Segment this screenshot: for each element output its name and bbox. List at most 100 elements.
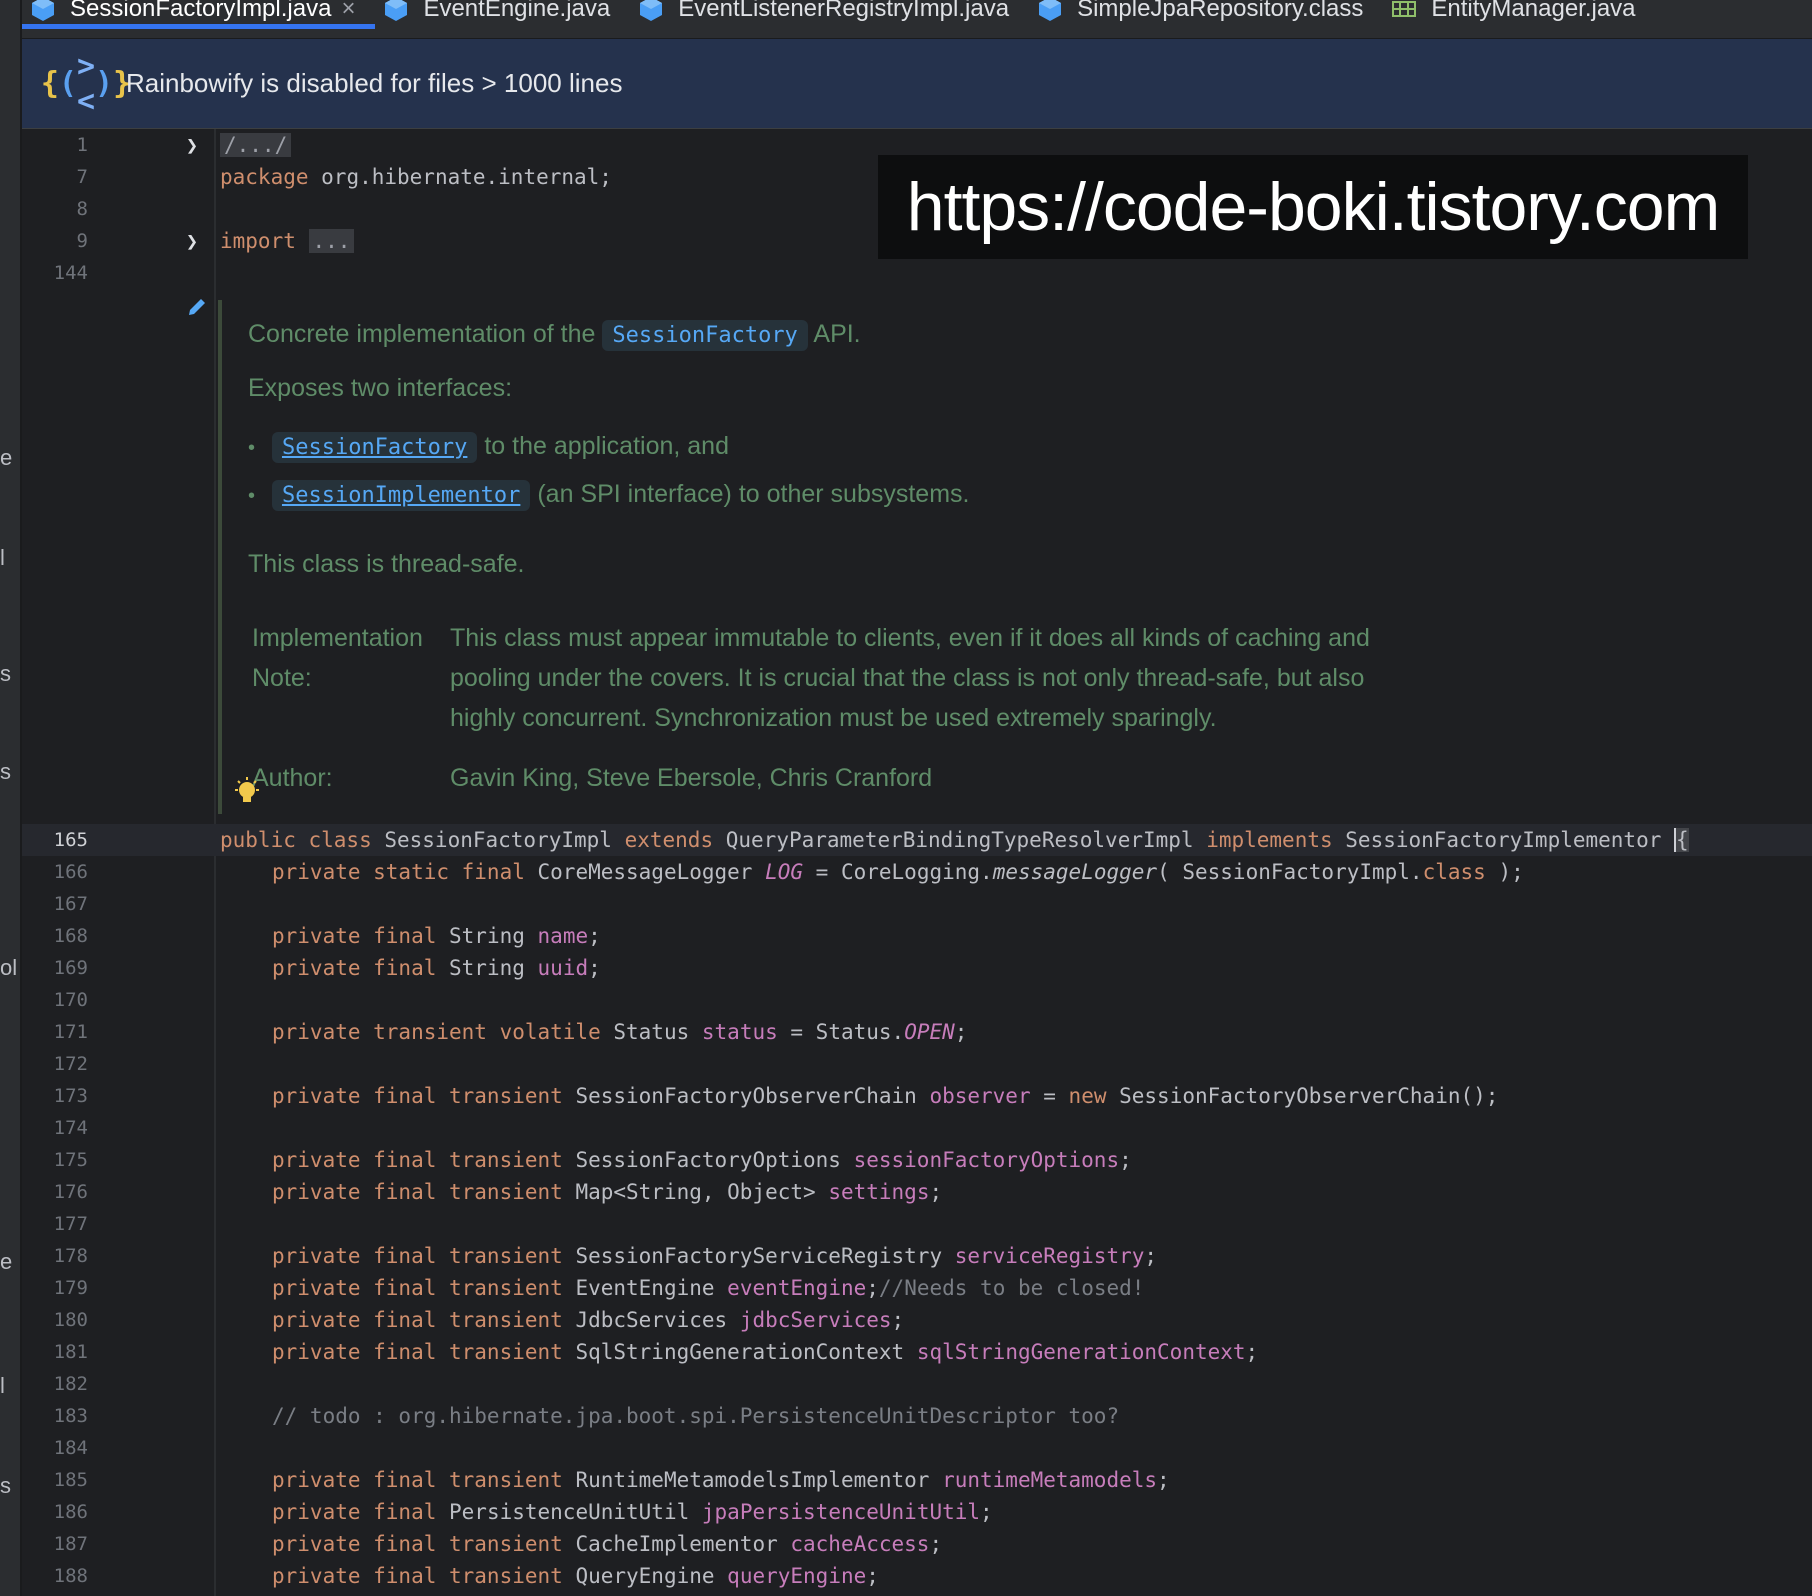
strip-char: e <box>0 1249 13 1274</box>
line-number: 182 <box>53 1373 88 1395</box>
type-name: String <box>436 924 538 948</box>
tab-entitymanager[interactable]: EntityManager.java <box>1383 0 1655 28</box>
code-line: 180 private final transient JdbcServices… <box>22 1304 1812 1336</box>
strip-char: e <box>0 445 13 470</box>
doc-text: (an SPI interface) to other subsystems. <box>537 480 970 508</box>
code-line: 187 private final transient CacheImpleme… <box>22 1528 1812 1560</box>
folded-imports[interactable]: ... <box>308 229 355 253</box>
code-text: ; <box>1119 1148 1132 1172</box>
strip-char: s <box>0 759 11 784</box>
line-number: 179 <box>53 1277 88 1299</box>
field-name: eventEngine <box>727 1276 867 1300</box>
type-name: CacheImplementor <box>562 1532 791 1556</box>
impl-note-label: Note: <box>252 664 312 692</box>
code-text: ; <box>954 1020 968 1044</box>
code-text: ; <box>1144 1244 1158 1268</box>
keyword: private final transient <box>272 1244 563 1268</box>
doc-bullet: • SessionFactory to the application, and <box>248 432 729 463</box>
code-line: 177 <box>22 1208 1812 1240</box>
fold-chevron-icon[interactable]: ❯ <box>186 129 198 161</box>
type-name: SessionFactoryServiceRegistry <box>562 1244 955 1268</box>
fold-chevron-icon[interactable]: ❯ <box>186 225 198 257</box>
line-number: 169 <box>53 957 88 979</box>
field-name: LOG <box>765 860 804 884</box>
keyword: private final transient <box>272 1084 563 1108</box>
keyword: private final <box>272 1500 437 1524</box>
code-text: ; <box>588 924 601 948</box>
sessionfactory-link[interactable]: SessionFactory <box>271 432 478 463</box>
code-line: 179 private final transient EventEngine … <box>22 1272 1812 1304</box>
line-number: 186 <box>53 1501 88 1523</box>
line-number: 180 <box>53 1309 88 1331</box>
lightbulb-icon[interactable] <box>232 776 262 810</box>
code-area[interactable]: 165 public class SessionFactoryImpl exte… <box>22 824 1812 1596</box>
doc-text: to the application, and <box>484 432 729 460</box>
code-text: ; <box>891 1308 905 1332</box>
field-name: cacheAccess <box>790 1532 930 1556</box>
class-name: SessionFactoryImplementor <box>1332 828 1675 852</box>
keyword: private final transient <box>272 1308 563 1332</box>
line-number: 174 <box>53 1117 88 1139</box>
tab-simplejparepository[interactable]: SimpleJpaRepository.class <box>1029 0 1383 28</box>
field-name: runtimeMetamodels <box>942 1468 1158 1492</box>
tab-sessionfactoryimpl[interactable]: SessionFactoryImpl.java × <box>22 0 376 29</box>
left-tool-strip: e l s s ol e l s <box>0 0 22 1596</box>
field-name: jdbcServices <box>739 1308 892 1332</box>
line-number: 9 <box>76 230 88 252</box>
line-number: 185 <box>53 1469 88 1491</box>
keyword: implements <box>1206 828 1333 852</box>
keyword: package <box>220 165 309 189</box>
code-text: ; <box>588 956 601 980</box>
keyword: class <box>1422 860 1486 884</box>
edit-doc-icon[interactable] <box>186 296 208 318</box>
doc-text: API. <box>813 320 861 348</box>
line-number: 184 <box>53 1437 88 1459</box>
tab-label: SessionFactoryImpl.java <box>70 0 332 22</box>
code-text: ( SessionFactoryImpl. <box>1157 860 1423 884</box>
keyword: private final transient <box>272 1340 563 1364</box>
doc-code-ref: SessionFactory <box>602 320 808 351</box>
java-class-icon <box>385 0 408 21</box>
sessionimplementor-link[interactable]: SessionImplementor <box>271 480 531 511</box>
strip-char: l <box>0 1373 5 1398</box>
code-line-current: 165 public class SessionFactoryImpl exte… <box>22 824 1812 856</box>
close-icon[interactable]: × <box>341 0 355 23</box>
code-text: = <box>1030 1084 1069 1108</box>
class-name: SessionFactoryImpl <box>371 828 625 852</box>
keyword: private final <box>272 956 437 980</box>
code-text: = CoreLogging. <box>803 860 993 884</box>
strip-char: s <box>0 661 11 686</box>
tab-eventlistenerregistryimpl[interactable]: EventListenerRegistryImpl.java <box>630 0 1029 28</box>
tab-eventengine[interactable]: EventEngine.java <box>375 0 630 28</box>
code-line: 167 <box>22 888 1812 920</box>
watermark-url: https://code-boki.tistory.com <box>878 155 1748 259</box>
keyword: public class <box>220 828 372 852</box>
line-number: 144 <box>53 262 88 284</box>
type-name: JdbcServices <box>562 1308 740 1332</box>
code-text: SessionFactoryObserverChain(); <box>1106 1084 1499 1108</box>
tab-label: SimpleJpaRepository.class <box>1077 0 1364 22</box>
text-caret: { <box>1674 828 1689 852</box>
code-line: 175 private final transient SessionFacto… <box>22 1144 1812 1176</box>
java-class-icon <box>32 0 54 21</box>
type-name: RuntimeMetamodelsImplementor <box>562 1468 943 1492</box>
strip-char: l <box>0 545 5 570</box>
interface-icon <box>1392 1 1417 17</box>
keyword: private final transient <box>272 1180 563 1204</box>
line-number: 187 <box>53 1533 88 1555</box>
code-line: 168 private final String name; <box>22 920 1812 952</box>
keyword: private final transient <box>272 1532 563 1556</box>
code-text: ); <box>1485 860 1524 884</box>
impl-note-text: pooling under the covers. It is crucial … <box>450 664 1365 692</box>
doc-bullet: • SessionImplementor (an SPI interface) … <box>248 480 970 511</box>
doc-text: Concrete implementation of the <box>248 320 596 348</box>
code-line: 184 <box>22 1432 1812 1464</box>
impl-note-label: Implementation <box>252 624 423 652</box>
code-line: 166 private static final CoreMessageLogg… <box>22 856 1812 888</box>
code-line: 183 // todo : org.hibernate.jpa.boot.spi… <box>22 1400 1812 1432</box>
keyword: import <box>220 229 296 253</box>
folded-comment[interactable]: /.../ <box>220 133 292 157</box>
keyword: private static final <box>272 860 525 884</box>
code-line: 144 <box>22 257 1812 289</box>
line-number: 167 <box>53 893 88 915</box>
